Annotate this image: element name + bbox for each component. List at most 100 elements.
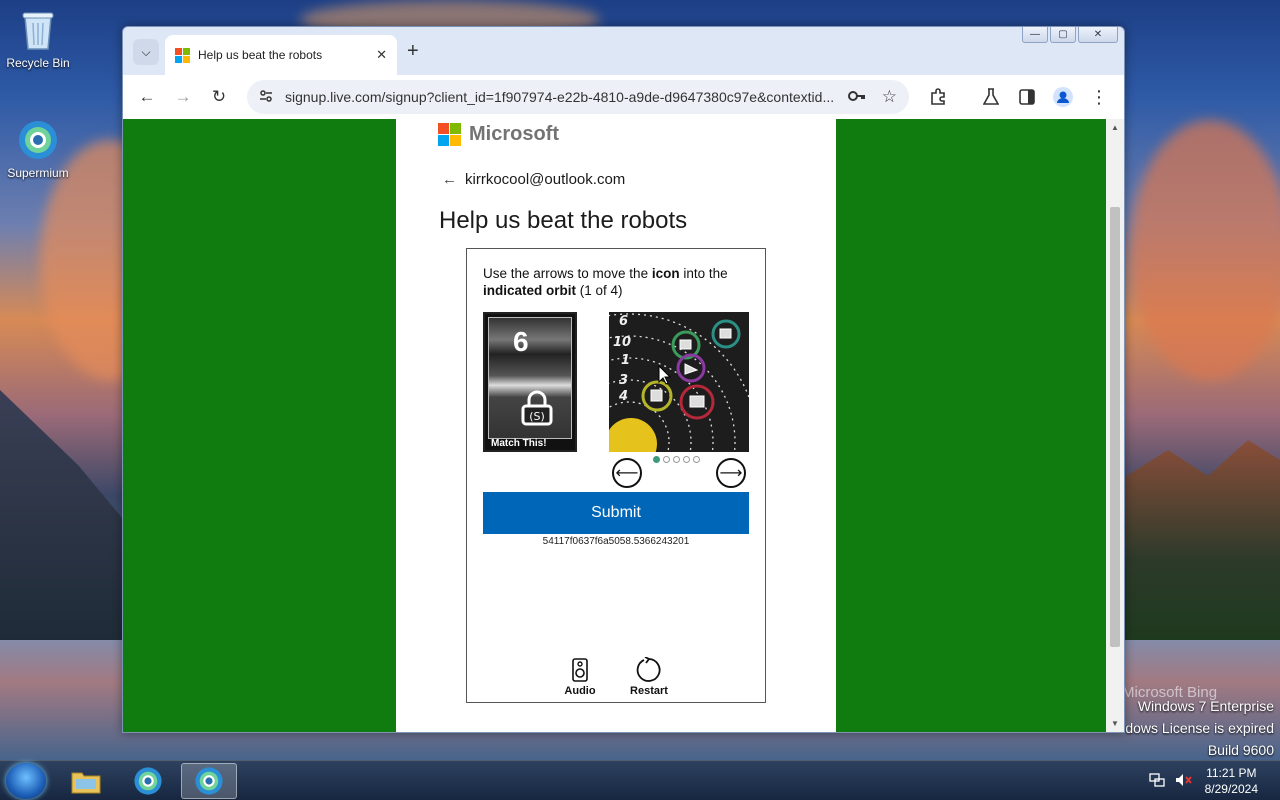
watermark-line: dows License is expired	[1125, 720, 1274, 736]
supermium-icon	[134, 767, 162, 795]
audio-label: Audio	[564, 685, 596, 697]
browser-window: ⌵ Help us beat the robots ✕ + — ▢ ✕ ← → …	[122, 26, 1125, 733]
scroll-up-icon[interactable]: ▲	[1111, 123, 1119, 132]
watermark-line: Windows 7 Enterprise	[1137, 698, 1274, 714]
system-tray: 11:21 PM 8/29/2024	[1148, 761, 1280, 800]
restart-button[interactable]: Restart	[619, 657, 679, 697]
site-info-icon[interactable]	[259, 89, 273, 106]
orbit-number: 6	[619, 314, 628, 329]
scroll-thumb[interactable]	[1110, 207, 1120, 647]
audio-button[interactable]: Audio	[550, 657, 610, 697]
forward-button[interactable]: →	[171, 85, 195, 109]
clock-time: 11:21 PM	[1206, 766, 1257, 780]
back-button[interactable]: ←	[135, 85, 159, 109]
page-viewport: Microsoft ← kirrkocool@outlook.com Help …	[123, 119, 1106, 732]
lock-icon: (S)	[521, 390, 553, 426]
submit-button[interactable]: Submit	[483, 492, 749, 534]
clock-date: 8/29/2024	[1204, 782, 1258, 796]
extensions-icon[interactable]	[926, 85, 950, 109]
scroll-down-icon[interactable]: ▼	[1111, 719, 1119, 728]
desktop-icon-label: Supermium	[7, 166, 69, 180]
supermium-icon	[16, 118, 60, 162]
supermium-active-icon	[195, 767, 223, 795]
chevron-down-icon: ⌵	[141, 44, 151, 59]
url-text: signup.live.com/signup?client_id=1f90797…	[285, 89, 835, 105]
target-image: 6 (S) Match This!	[483, 312, 577, 452]
window-controls: — ▢ ✕	[1020, 27, 1118, 43]
instruction-text: (1 of 4)	[576, 283, 623, 298]
session-id: 54117f0637f6a5058.5366243201	[542, 536, 690, 547]
side-panel-icon[interactable]	[1015, 85, 1039, 109]
step-dot	[663, 456, 670, 463]
orbit-number: 4	[618, 389, 628, 404]
orbit-number: 3	[619, 373, 628, 388]
taskbar: 11:21 PM 8/29/2024	[0, 760, 1280, 800]
step-dot	[683, 456, 690, 463]
desktop-icon-recycle-bin[interactable]: Recycle Bin	[0, 8, 76, 70]
mountain	[0, 390, 130, 640]
step-indicator	[653, 456, 700, 463]
tab-close-icon[interactable]: ✕	[376, 47, 387, 63]
orbit-puzzle-image: 6 10 1 3 4	[609, 312, 749, 452]
orbit-graphic: 6 10 1 3 4	[609, 312, 749, 452]
close-window-button[interactable]: ✕	[1078, 27, 1118, 43]
restart-label: Restart	[630, 685, 668, 697]
taskbar-supermium-active[interactable]	[181, 763, 237, 799]
network-icon[interactable]	[1148, 772, 1165, 790]
start-orb-icon[interactable]	[6, 763, 46, 799]
instruction-bold: icon	[651, 266, 680, 281]
instruction-bold: indicated orbit	[483, 283, 577, 298]
clock[interactable]: 11:21 PM 8/29/2024	[1193, 765, 1280, 797]
back-arrow-icon: ←	[442, 171, 457, 188]
email-text: kirrkocool@outlook.com	[465, 171, 626, 188]
key-icon[interactable]	[847, 89, 866, 105]
mountain	[1120, 440, 1280, 640]
desktop-icon-supermium[interactable]: Supermium	[0, 118, 76, 180]
instruction-text: into the	[679, 266, 728, 281]
signup-card: Microsoft ← kirrkocool@outlook.com Help …	[396, 119, 836, 732]
target-orbit-number: 6	[513, 326, 529, 357]
target-background: 6 (S)	[488, 317, 572, 439]
tab-search-button[interactable]: ⌵	[133, 39, 159, 65]
page-title: Help us beat the robots	[439, 207, 688, 234]
speaker-icon	[550, 657, 610, 683]
toolbar: ← → ↻ signup.live.com/signup?client_id=1…	[123, 75, 1124, 119]
next-arrow-button[interactable]: ⟶	[716, 458, 746, 488]
address-bar[interactable]: signup.live.com/signup?client_id=1f90797…	[247, 80, 909, 114]
maximize-button[interactable]: ▢	[1050, 27, 1076, 43]
taskbar-supermium[interactable]	[120, 763, 176, 799]
step-dot	[693, 456, 700, 463]
menu-kebab-icon[interactable]: ⋮	[1087, 85, 1111, 109]
vertical-scrollbar[interactable]: ▲ ▼	[1106, 119, 1124, 732]
previous-arrow-button[interactable]: ⟵	[612, 458, 642, 488]
microsoft-favicon-icon	[175, 47, 190, 63]
microsoft-logo-icon	[438, 123, 461, 146]
tab-title: Help us beat the robots	[198, 48, 323, 62]
recycle-bin-icon	[16, 8, 60, 52]
file-explorer-icon	[71, 772, 101, 794]
arrow-left-icon: ⟵	[615, 465, 639, 482]
taskbar-file-explorer[interactable]	[58, 763, 114, 799]
match-this-label: Match This!	[491, 438, 547, 449]
cloud	[1130, 120, 1280, 380]
orbit-number: 1	[621, 353, 630, 368]
desktop-icon-label: Recycle Bin	[6, 56, 70, 70]
reload-button[interactable]: ↻	[207, 85, 231, 109]
instruction-text: Use the arrows to move the	[483, 266, 652, 281]
step-dot	[673, 456, 680, 463]
brand-name: Microsoft	[469, 123, 559, 145]
labs-flask-icon[interactable]	[979, 85, 1003, 109]
svg-text:(S): (S)	[529, 410, 545, 423]
tab-strip: ⌵ Help us beat the robots ✕ + — ▢ ✕	[123, 27, 1124, 75]
new-tab-button[interactable]: +	[407, 40, 419, 63]
captcha-frame: Use the arrows to move the icon into the…	[466, 248, 766, 703]
minimize-button[interactable]: —	[1022, 27, 1048, 43]
profile-avatar-icon[interactable]	[1051, 85, 1075, 109]
watermark-line: Build 9600	[1207, 742, 1274, 758]
identity-back-link[interactable]: ← kirrkocool@outlook.com	[442, 171, 625, 188]
restart-icon	[619, 657, 679, 683]
microsoft-logo: Microsoft	[438, 123, 559, 146]
tab-active[interactable]: Help us beat the robots ✕	[165, 35, 397, 75]
volume-muted-icon[interactable]	[1175, 773, 1193, 790]
bookmark-star-icon[interactable]: ☆	[882, 87, 897, 107]
